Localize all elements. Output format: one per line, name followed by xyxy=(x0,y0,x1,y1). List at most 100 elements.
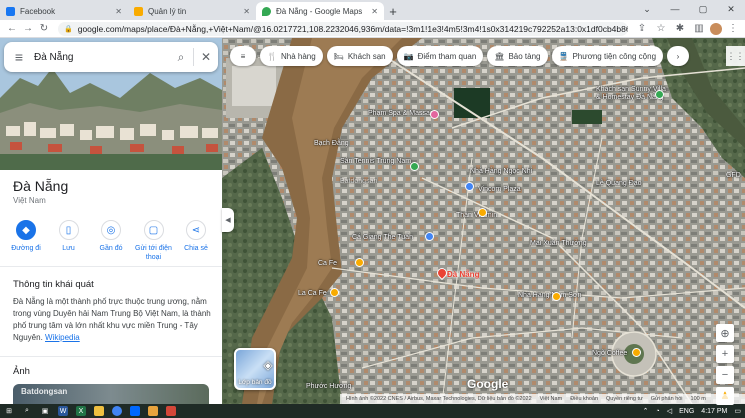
privacy-link[interactable]: Quyền riêng tư xyxy=(606,396,643,402)
save-button[interactable]: ▯ Lưu xyxy=(49,220,89,262)
file-explorer-icon[interactable] xyxy=(94,406,104,416)
chips-next-button[interactable]: › xyxy=(667,46,690,66)
app-icon[interactable] xyxy=(166,406,176,416)
spa-poi-icon[interactable] xyxy=(430,110,439,119)
chip-label: Phương tiện công cộng xyxy=(572,51,657,61)
landmark-poi-icon[interactable] xyxy=(425,232,434,241)
avatar[interactable] xyxy=(710,22,722,35)
layers-label: Lớp bản đồ xyxy=(238,379,272,386)
nearby-button[interactable]: ◎ Gần đó xyxy=(91,220,131,262)
map-label-phuoc-huong[interactable]: Phước Hương xyxy=(306,383,351,390)
language-indicator[interactable]: ENG xyxy=(679,408,694,415)
cafe-poi-icon[interactable] xyxy=(355,258,364,267)
chip-label: Nhà hàng xyxy=(280,51,316,61)
photos-heading: Ảnh xyxy=(13,366,30,377)
tab-quan-ly-tin[interactable]: Quản lý tin ✕ xyxy=(128,2,256,20)
maximize-icon[interactable]: ▢ xyxy=(689,0,717,18)
chevron-down-icon[interactable]: ⌄ xyxy=(633,0,661,18)
excel-icon[interactable]: X xyxy=(76,406,86,416)
chip-restaurants[interactable]: 🍴 Nhà hàng xyxy=(260,46,323,66)
cafe-poi-icon[interactable] xyxy=(632,348,641,357)
map-pin-label-da-nang[interactable]: Đà Nẵng xyxy=(447,270,479,279)
category-chips: ≡ 🍴 Nhà hàng 🛏 Khách sạn 📷 Điểm tham qua… xyxy=(230,46,690,66)
map-label-vitamin[interactable]: Thân Vitamin xyxy=(456,212,497,219)
more-menu-icon[interactable]: ⋮ xyxy=(725,21,741,37)
map-label-tennis[interactable]: Sân Tennis Trung Nam xyxy=(340,158,411,165)
my-location-button[interactable]: ⊕ xyxy=(716,324,734,342)
chip-attractions[interactable]: 📷 Điểm tham quan xyxy=(396,46,484,66)
extension-icon[interactable]: ✱ xyxy=(672,21,688,37)
chip-museums[interactable]: 🏛 Bảo tàng xyxy=(487,46,548,66)
wifi-icon[interactable]: ◔ xyxy=(656,408,660,415)
hamburger-menu-icon[interactable]: ≡ xyxy=(4,49,34,65)
zoom-out-button[interactable]: − xyxy=(716,366,734,384)
shopping-poi-icon[interactable] xyxy=(465,182,474,191)
restaurant-poi-icon[interactable] xyxy=(552,292,561,301)
map-label-le-quang-dao: Lệ Quang Đạo xyxy=(596,180,642,187)
share-button[interactable]: ⋖ Chia sẻ xyxy=(176,220,216,262)
cafe-poi-icon[interactable] xyxy=(330,288,339,297)
collapse-panel-button[interactable]: ◀ xyxy=(222,208,234,232)
search-icon[interactable]: ⌕ xyxy=(22,406,32,416)
directions-button[interactable]: ◆ Đường đi xyxy=(6,220,46,262)
sidebar-icon[interactable]: ▥ xyxy=(691,21,707,37)
close-icon[interactable]: ✕ xyxy=(194,50,218,64)
tray-chevron-icon[interactable]: ⌃ xyxy=(643,407,649,415)
explore-menu-button[interactable]: ≡ xyxy=(230,46,256,66)
scale-bar[interactable]: 100 m xyxy=(691,396,706,402)
share-page-icon[interactable]: ⇪ xyxy=(634,21,650,37)
close-icon[interactable]: ✕ xyxy=(243,7,250,16)
task-view-icon[interactable]: ▣ xyxy=(40,406,50,416)
address-bar[interactable]: 🔒 google.com/maps/place/Đà+Nẵng,+Việt+Na… xyxy=(58,21,628,36)
minimize-icon[interactable]: — xyxy=(661,0,689,18)
tab-google-maps[interactable]: Đà Nẵng - Google Maps ✕ xyxy=(256,2,384,20)
hotel-poi-icon[interactable] xyxy=(655,90,664,99)
zalo-icon[interactable] xyxy=(130,406,140,416)
chip-transit[interactable]: 🚆 Phương tiện công cộng xyxy=(551,46,664,66)
search-input[interactable]: Đà Nẵng xyxy=(34,52,169,63)
reload-icon[interactable]: ↻ xyxy=(36,21,52,37)
zoom-in-button[interactable]: + xyxy=(716,345,734,363)
close-icon[interactable]: ✕ xyxy=(115,7,122,16)
park-poi-icon[interactable] xyxy=(410,162,419,171)
map-label-spa[interactable]: Phạm Spa & Massage xyxy=(368,110,438,117)
clock[interactable]: 4:17 PM xyxy=(701,408,727,415)
tab-facebook[interactable]: Facebook ✕ xyxy=(0,2,128,20)
map-label-ca-giang[interactable]: Cá Giang The Tuấn xyxy=(352,234,413,241)
layers-button[interactable]: ◈ Lớp bản đồ xyxy=(234,348,276,390)
word-icon[interactable]: W xyxy=(58,406,68,416)
chip-hotels[interactable]: 🛏 Khách sạn xyxy=(326,46,393,66)
notification-icon[interactable]: ▭ xyxy=(734,407,741,415)
satellite-map[interactable] xyxy=(222,38,745,404)
bookmark-star-icon[interactable]: ☆ xyxy=(653,21,669,37)
chrome-icon[interactable] xyxy=(112,406,122,416)
map-label-nam-son[interactable]: Nhà Hàng Nam Sơn xyxy=(518,292,581,299)
terms-link[interactable]: Điều khoản xyxy=(570,396,598,402)
map-label-gfd[interactable]: GFD xyxy=(726,172,741,179)
app-icon[interactable] xyxy=(148,406,158,416)
send-to-phone-button[interactable]: ▢ Gửi tới điện thoại xyxy=(134,220,174,262)
search-icon[interactable]: ⌕ xyxy=(169,50,193,65)
close-icon[interactable]: ✕ xyxy=(371,7,378,16)
back-icon[interactable]: ← xyxy=(4,21,20,37)
lock-icon[interactable]: 🔒 xyxy=(64,25,73,33)
map-label-ngo-coffee[interactable]: Ngõ Coffee xyxy=(592,350,627,357)
map-label-ca-fe[interactable]: Ca Fe xyxy=(318,260,337,267)
new-tab-button[interactable]: + xyxy=(384,2,402,20)
restaurant-poi-icon[interactable] xyxy=(478,208,487,217)
wikipedia-link[interactable]: Wikipedia xyxy=(45,333,80,342)
volume-icon[interactable]: ◁ xyxy=(667,407,672,415)
map-label-la-ca-fe[interactable]: La Ca Fe xyxy=(298,290,327,297)
close-window-icon[interactable]: ✕ xyxy=(717,0,745,18)
map-label-ngoc-nhi[interactable]: Nhà Hàng Ngọc Nhi xyxy=(470,168,532,175)
map-label-vincom[interactable]: Vincom Plaza xyxy=(478,186,521,193)
action-label: Đường đi xyxy=(11,245,41,252)
photo-thumbnail[interactable]: Batdongsan xyxy=(13,384,209,404)
apps-grid-icon[interactable]: ⋮⋮ xyxy=(726,46,745,66)
attribution-region[interactable]: Việt Nam xyxy=(540,396,563,402)
windows-start-icon[interactable]: ⊞ xyxy=(4,406,14,416)
map-label-watermark: Batdongsan xyxy=(340,178,378,185)
feedback-link[interactable]: Gửi phản hồi xyxy=(651,396,683,402)
forward-icon[interactable]: → xyxy=(20,21,36,37)
search-box[interactable]: ≡ Đà Nẵng ⌕ ✕ xyxy=(4,42,218,72)
